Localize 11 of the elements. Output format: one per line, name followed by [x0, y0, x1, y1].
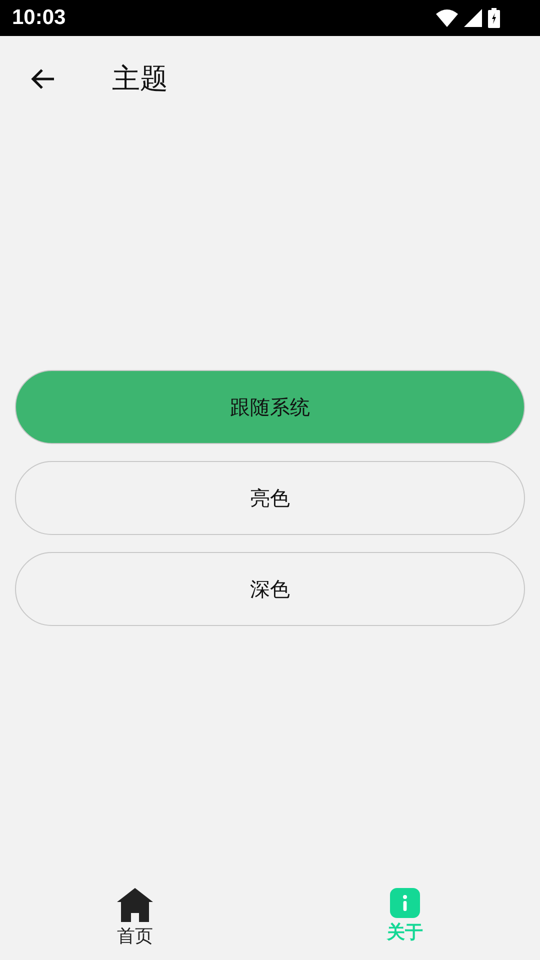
nav-tab[interactable]: 首页	[0, 880, 270, 960]
signal-icon	[464, 9, 482, 27]
wifi-icon	[436, 9, 458, 27]
theme-option[interactable]: 亮色	[15, 461, 525, 535]
theme-option[interactable]: 深色	[15, 552, 525, 626]
home-icon	[116, 888, 154, 922]
theme-option[interactable]: 跟随系统	[15, 370, 525, 444]
status-time: 10:03	[12, 6, 66, 30]
battery-icon	[488, 8, 500, 28]
page-title: 主题	[112, 61, 168, 97]
info-icon	[390, 888, 420, 918]
